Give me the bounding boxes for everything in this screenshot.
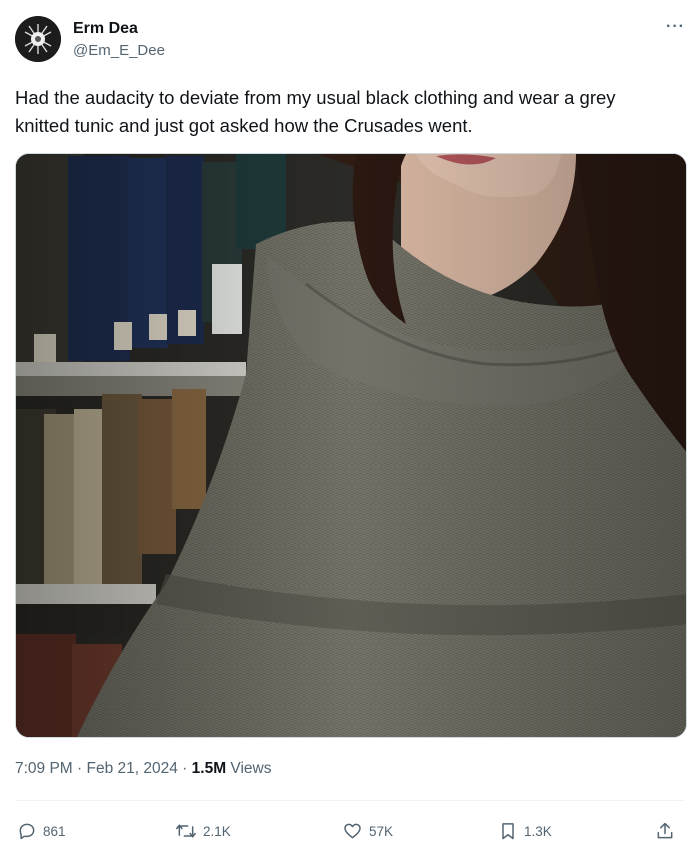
photo-illustration [16, 154, 686, 737]
tweet-text: Had the audacity to deviate from my usua… [15, 87, 616, 136]
share-icon [657, 822, 673, 839]
repost-icon [176, 824, 196, 838]
meta-separator: · [72, 760, 87, 777]
tweet-date[interactable]: Feb 21, 2024 [87, 760, 178, 777]
author-handle[interactable]: @Em_E_Dee [73, 42, 165, 59]
avatar[interactable] [15, 16, 61, 62]
avatar-image [15, 16, 61, 62]
like-button[interactable]: 57K [342, 814, 393, 848]
repost-count: 2.1K [203, 823, 231, 839]
meta-separator: · [177, 760, 192, 777]
divider [15, 800, 685, 801]
reply-icon [19, 823, 35, 840]
views-count: 1.5M [191, 760, 227, 777]
author-display-name[interactable]: Erm Dea [73, 20, 138, 38]
more-icon[interactable]: ··· [666, 18, 685, 36]
bookmark-icon [502, 823, 514, 840]
action-bar: 861 2.1K 57K 1.3K [15, 814, 687, 848]
tweet-header: Erm Dea @Em_E_Dee ··· [15, 16, 685, 64]
tweet-photo[interactable] [15, 153, 687, 738]
tweet-time[interactable]: 7:09 PM [15, 760, 73, 777]
heart-icon [344, 823, 361, 839]
repost-button[interactable]: 2.1K [175, 814, 231, 848]
share-button[interactable] [655, 814, 675, 848]
like-count: 57K [369, 823, 394, 839]
bookmark-count: 1.3K [524, 823, 552, 839]
reply-count: 861 [43, 823, 66, 839]
tweet-meta: 7:09 PM · Feb 21, 2024 · 1.5M Views [15, 760, 272, 778]
views-label: Views [226, 760, 272, 777]
bookmark-button[interactable]: 1.3K [498, 814, 552, 848]
reply-button[interactable]: 861 [17, 814, 66, 848]
